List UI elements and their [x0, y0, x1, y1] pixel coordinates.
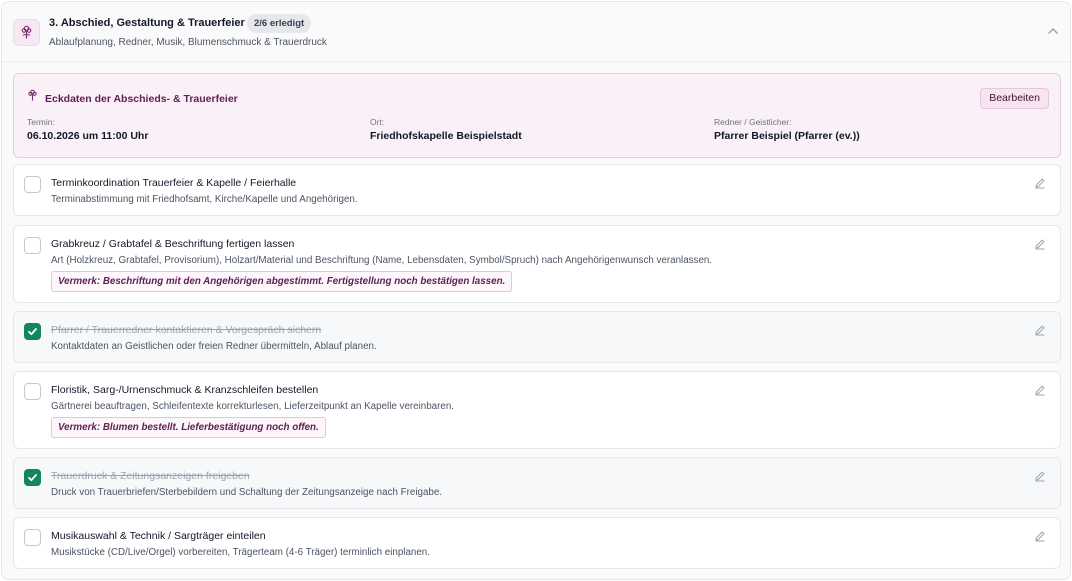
task-title: Trauerdruck & Zeitungsanzeigen freigeben [51, 470, 250, 482]
task-item: Pfarrer / Trauerredner kontaktieren & Vo… [13, 311, 1061, 363]
task-checkbox[interactable] [24, 469, 41, 486]
task-note: Vermerk: Blumen bestellt. Lieferbestätig… [51, 417, 326, 438]
eckdaten-title: Eckdaten der Abschieds- & Trauerfeier [45, 93, 238, 105]
task-checkbox[interactable] [24, 323, 41, 340]
pencil-icon[interactable] [1034, 470, 1046, 482]
task-item: Terminkoordination Trauerfeier & Kapelle… [13, 164, 1061, 216]
task-item: Trauerdruck & Zeitungsanzeigen freigeben… [13, 457, 1061, 509]
pencil-icon[interactable] [1034, 384, 1046, 396]
task-checkbox[interactable] [24, 176, 41, 193]
eckdaten-card: Eckdaten der Abschieds- & Trauerfeier Be… [13, 73, 1061, 158]
task-title: Terminkoordination Trauerfeier & Kapelle… [51, 177, 297, 189]
chevron-up-icon[interactable] [1046, 24, 1060, 38]
progress-badge: 2/6 erledigt [247, 14, 312, 33]
task-title: Musikauswahl & Technik / Sargträger eint… [51, 530, 266, 542]
detail-label: Termin: [27, 117, 55, 127]
detail-label: Ort: [370, 117, 385, 127]
section-abschied-trauerfeier: 3. Abschied, Gestaltung & Trauerfeier 2/… [1, 1, 1071, 580]
task-description: Art (Holzkreuz, Grabtafel, Provisorium),… [51, 255, 713, 266]
detail-value: 06.10.2026 um 11:00 Uhr [27, 130, 149, 142]
task-description: Druck von Trauerbriefen/Sterbebildern un… [51, 487, 443, 498]
task-description: Kontaktdaten an Geistlichen oder freien … [51, 341, 377, 352]
detail-ort: Ort: Friedhofskapelle Beispielstadt [370, 117, 522, 142]
task-description: Gärtnerei beauftragen, Schleifentexte ko… [51, 401, 455, 412]
task-item: Grabkreuz / Grabtafel & Beschriftung fer… [13, 225, 1061, 303]
task-title: Pfarrer / Trauerredner kontaktieren & Vo… [51, 324, 322, 336]
detail-value: Pfarrer Beispiel (Pfarrer (ev.)) [714, 130, 860, 142]
task-checkbox[interactable] [24, 529, 41, 546]
detail-label: Redner / Geistlicher: [714, 117, 792, 127]
edit-button[interactable]: Bearbeiten [980, 88, 1049, 109]
task-description: Musikstücke (CD/Live/Orgel) vorbereiten,… [51, 547, 430, 558]
flower-icon [27, 89, 38, 105]
check-icon [28, 474, 37, 482]
detail-termin: Termin: 06.10.2026 um 11:00 Uhr [27, 117, 148, 142]
section-title: 3. Abschied, Gestaltung & Trauerfeier [49, 17, 245, 29]
pencil-icon[interactable] [1034, 177, 1046, 189]
task-title: Grabkreuz / Grabtafel & Beschriftung fer… [51, 238, 295, 250]
task-title: Floristik, Sarg-/Urnenschmuck & Kranzsch… [51, 384, 319, 396]
check-icon [28, 328, 37, 336]
task-checkbox[interactable] [24, 383, 41, 400]
detail-redner: Redner / Geistlicher: Pfarrer Beispiel (… [714, 117, 860, 142]
pencil-icon[interactable] [1034, 530, 1046, 542]
task-checkbox[interactable] [24, 237, 41, 254]
task-item: Floristik, Sarg-/Urnenschmuck & Kranzsch… [13, 371, 1061, 449]
pencil-icon[interactable] [1034, 238, 1046, 250]
section-header[interactable]: 3. Abschied, Gestaltung & Trauerfeier 2/… [2, 2, 1070, 62]
pencil-icon[interactable] [1034, 324, 1046, 336]
flower-icon [13, 19, 40, 46]
task-note: Vermerk: Beschriftung mit den Angehörige… [51, 271, 513, 292]
section-subtitle: Ablaufplanung, Redner, Musik, Blumenschm… [49, 37, 327, 48]
task-description: Terminabstimmung mit Friedhofsamt, Kirch… [51, 194, 358, 205]
detail-value: Friedhofskapelle Beispielstadt [370, 130, 522, 142]
task-item: Musikauswahl & Technik / Sargträger eint… [13, 517, 1061, 569]
